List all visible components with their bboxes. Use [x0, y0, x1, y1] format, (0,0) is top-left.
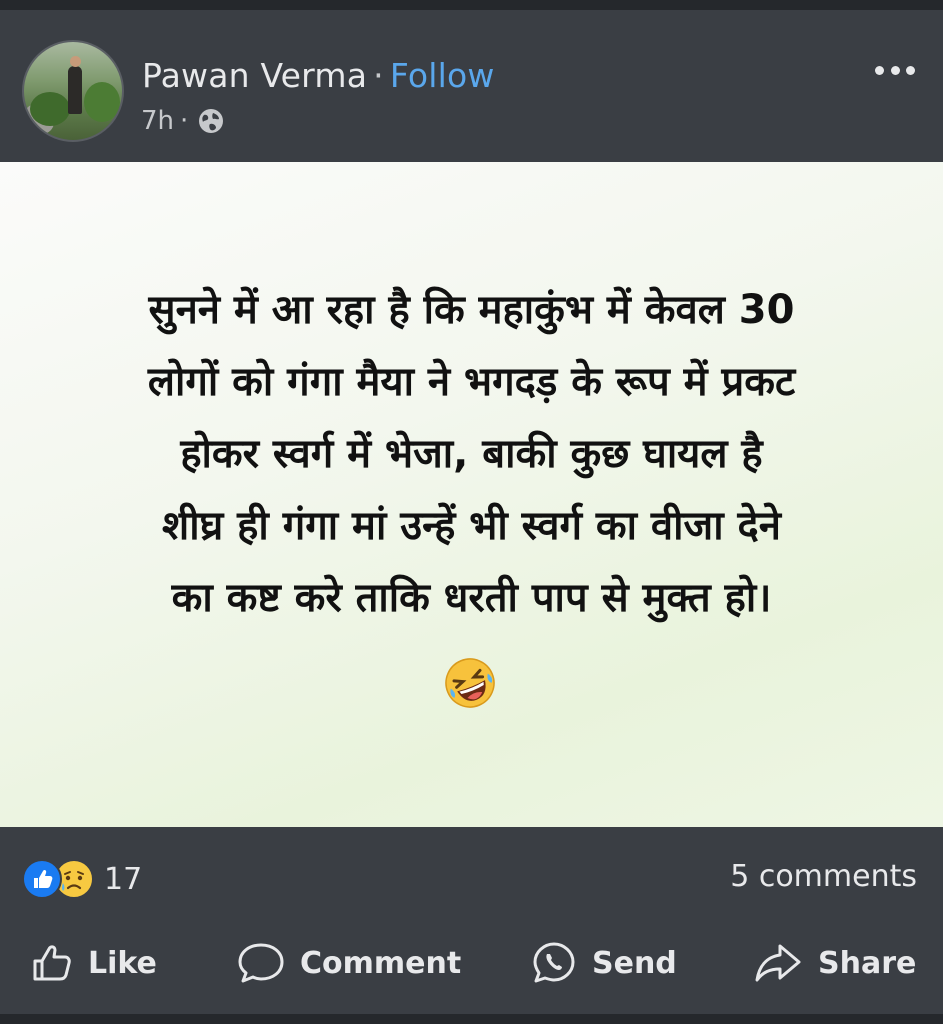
- post-meta: 7h ·: [141, 106, 226, 136]
- reaction-count: 17: [104, 861, 143, 897]
- like-label: Like: [88, 945, 157, 981]
- post-line: शीघ्र ही गंगा मां उन्हें भी स्वर्ग का वी…: [162, 503, 781, 549]
- author-line: Pawan Verma · Follow: [142, 56, 495, 95]
- post-time[interactable]: 7h: [141, 106, 174, 136]
- top-divider: [0, 0, 943, 10]
- avatar[interactable]: [22, 40, 124, 142]
- share-button[interactable]: Share: [752, 935, 916, 991]
- thumbs-up-icon: [33, 945, 71, 981]
- comment-label: Comment: [300, 945, 462, 981]
- post-line: होकर स्वर्ग में भेजा, बाकी कुछ घायल है: [180, 431, 763, 477]
- post-line: का कष्ट करे ताकि धरती पाप से मुक्त हो।: [171, 575, 772, 621]
- post-line: लोगों को गंगा मैया ने भगदड़ के रूप में प…: [147, 359, 796, 405]
- follow-button[interactable]: Follow: [390, 56, 495, 95]
- post-card: Pawan Verma · Follow 7h · सुनने में आ रहा …: [0, 0, 943, 1024]
- post-text: सुनने में आ रहा है कि महाकुंभ में केवल 3…: [40, 274, 903, 634]
- comment-button[interactable]: Comment: [236, 935, 461, 991]
- comments-count[interactable]: 5 comments: [730, 859, 917, 894]
- reactions-summary[interactable]: 17: [22, 859, 142, 899]
- like-button[interactable]: Like: [30, 935, 157, 991]
- bottom-divider: [0, 1014, 943, 1024]
- action-bar: Like Comment Send Share: [0, 935, 943, 991]
- share-arrow-icon: [755, 944, 801, 982]
- more-dots-icon[interactable]: [875, 62, 915, 78]
- share-label: Share: [818, 945, 917, 981]
- name-separator: ·: [373, 56, 384, 95]
- comment-bubble-icon: [238, 943, 284, 983]
- post-content: सुनने में आ रहा है कि महाकुंभ में केवल 3…: [0, 162, 943, 827]
- post-footer: 17 5 comments Like Comment Send Share: [0, 827, 943, 1014]
- post-header: Pawan Verma · Follow 7h ·: [0, 10, 943, 162]
- laughing-emoji-icon: [444, 657, 496, 709]
- post-line: सुनने में आ रहा है कि महाकुंभ में केवल 3…: [148, 287, 795, 333]
- send-label: Send: [592, 945, 677, 981]
- time-separator: ·: [180, 106, 189, 136]
- like-reaction-icon: [22, 859, 62, 899]
- send-button[interactable]: Send: [530, 935, 677, 991]
- author-name[interactable]: Pawan Verma: [142, 56, 367, 95]
- whatsapp-send-icon: [533, 942, 575, 983]
- globe-icon: [196, 106, 226, 136]
